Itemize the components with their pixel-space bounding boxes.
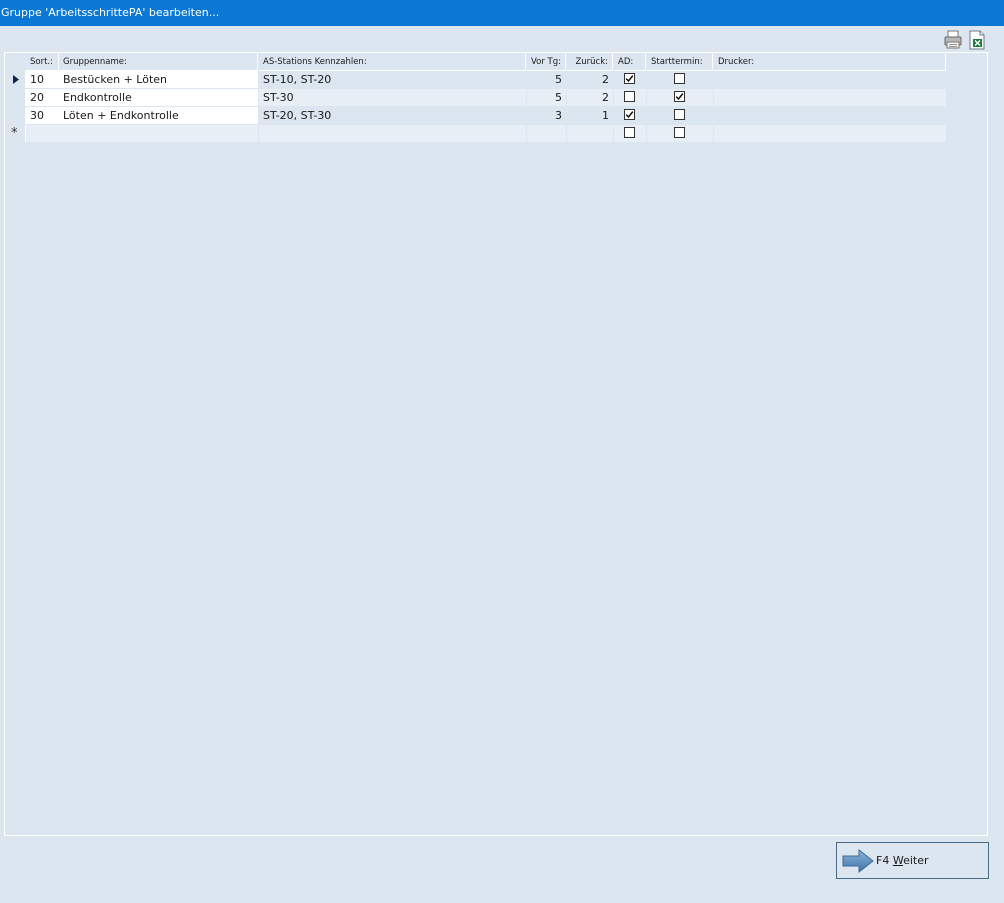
sort-cell[interactable]: 10 xyxy=(26,71,59,88)
starttermin-checkbox[interactable] xyxy=(674,127,685,138)
table-row[interactable]: 30 Löten + Endkontrolle ST-20, ST-30 3 1 xyxy=(5,107,946,125)
ad-cell xyxy=(614,89,646,106)
starttermin-cell xyxy=(647,125,713,142)
column-header-vor-tage[interactable]: Vor Tg: xyxy=(527,53,566,71)
vor-tage-cell[interactable] xyxy=(527,125,566,142)
vor-tage-cell[interactable]: 3 xyxy=(527,107,566,124)
current-row-arrow-icon xyxy=(13,75,19,84)
row-selector[interactable]: * xyxy=(5,125,26,142)
vor-tage-cell[interactable]: 5 xyxy=(527,71,566,88)
stations-cell[interactable] xyxy=(259,125,526,142)
excel-export-icon[interactable] xyxy=(967,30,987,50)
column-header-groupname[interactable]: Gruppenname: xyxy=(59,53,258,71)
drucker-cell[interactable] xyxy=(714,107,946,124)
starttermin-checkbox[interactable] xyxy=(674,91,685,102)
group-grid[interactable]: Sort.: Gruppenname: AS-Stations Kennzahl… xyxy=(4,52,988,836)
window-title: Gruppe 'ArbeitsschrittePA' bearbeiten... xyxy=(0,0,1004,26)
starttermin-checkbox[interactable] xyxy=(674,73,685,84)
arrow-right-icon xyxy=(842,849,874,873)
stations-cell[interactable]: ST-30 xyxy=(259,89,526,106)
starttermin-cell xyxy=(647,71,713,88)
ad-cell xyxy=(614,107,646,124)
next-button[interactable]: F4 Weiter xyxy=(836,842,989,879)
sort-cell[interactable] xyxy=(26,125,59,142)
new-row-asterisk-icon: * xyxy=(11,126,18,141)
groupname-cell[interactable]: Löten + Endkontrolle xyxy=(59,107,258,124)
column-header-starttermin[interactable]: Starttermin: xyxy=(647,53,713,71)
stations-cell[interactable]: ST-10, ST-20 xyxy=(259,71,526,88)
sort-cell[interactable]: 20 xyxy=(26,89,59,106)
ad-checkbox[interactable] xyxy=(624,127,635,138)
vor-tage-cell[interactable]: 5 xyxy=(527,89,566,106)
ad-checkbox[interactable] xyxy=(624,73,635,84)
table-row[interactable]: 20 Endkontrolle ST-30 5 2 xyxy=(5,89,946,107)
row-selector[interactable] xyxy=(5,71,26,88)
zurueck-cell[interactable]: 1 xyxy=(567,107,613,124)
drucker-cell[interactable] xyxy=(714,71,946,88)
header-selector-corner xyxy=(5,53,26,71)
ad-cell xyxy=(614,125,646,142)
column-header-zurueck[interactable]: Zurück: xyxy=(567,53,613,71)
zurueck-cell[interactable] xyxy=(567,125,613,142)
groupname-cell[interactable] xyxy=(59,125,258,142)
drucker-cell[interactable] xyxy=(714,125,946,142)
new-row[interactable]: * xyxy=(5,125,946,143)
column-header-sort[interactable]: Sort.: xyxy=(26,53,59,71)
zurueck-cell[interactable]: 2 xyxy=(567,89,613,106)
starttermin-cell xyxy=(647,107,713,124)
table-row[interactable]: 10 Bestücken + Löten ST-10, ST-20 5 2 xyxy=(5,71,946,89)
row-selector[interactable] xyxy=(5,107,26,124)
starttermin-cell xyxy=(647,89,713,106)
groupname-cell[interactable]: Bestücken + Löten xyxy=(59,71,258,88)
column-header-ad[interactable]: AD: xyxy=(614,53,646,71)
starttermin-checkbox[interactable] xyxy=(674,109,685,120)
printer-icon[interactable] xyxy=(943,30,963,50)
sort-cell[interactable]: 30 xyxy=(26,107,59,124)
column-header-drucker[interactable]: Drucker: xyxy=(714,53,946,71)
grid-header-row: Sort.: Gruppenname: AS-Stations Kennzahl… xyxy=(5,53,946,71)
column-header-stations[interactable]: AS-Stations Kennzahlen: xyxy=(259,53,526,71)
ad-cell xyxy=(614,71,646,88)
zurueck-cell[interactable]: 2 xyxy=(567,71,613,88)
stations-cell[interactable]: ST-20, ST-30 xyxy=(259,107,526,124)
ad-checkbox[interactable] xyxy=(624,91,635,102)
next-button-label: F4 Weiter xyxy=(876,854,929,867)
groupname-cell[interactable]: Endkontrolle xyxy=(59,89,258,106)
drucker-cell[interactable] xyxy=(714,89,946,106)
ad-checkbox[interactable] xyxy=(624,109,635,120)
row-selector[interactable] xyxy=(5,89,26,106)
